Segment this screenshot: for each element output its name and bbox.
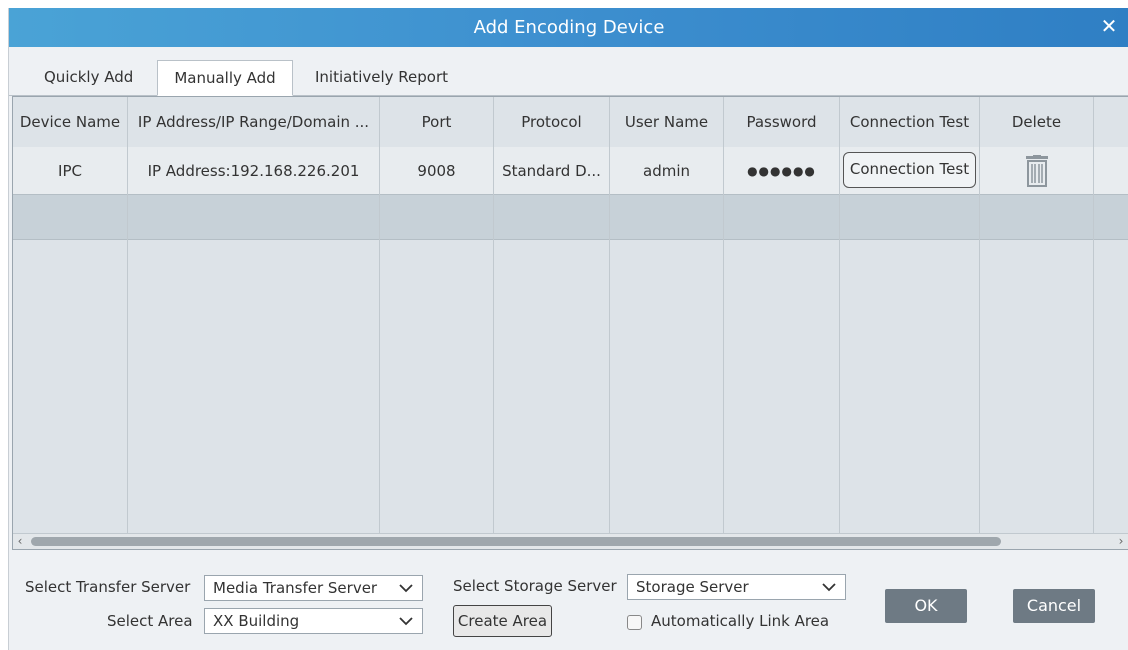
tab-manually-add[interactable]: Manually Add (157, 60, 293, 96)
header-port[interactable]: Port (380, 97, 493, 147)
transfer-server-value: Media Transfer Server (213, 579, 378, 597)
chevron-down-icon (399, 584, 413, 593)
device-table: Device Name IP Address/IP Range/Domain .… (12, 96, 1128, 550)
add-encoding-device-dialog: Add Encoding Device ✕ Quickly Add Manual… (8, 8, 1128, 650)
scroll-left-icon[interactable]: ‹ (13, 534, 27, 549)
header-password[interactable]: Password (724, 97, 839, 147)
connection-test-button[interactable]: Connection Test (843, 152, 976, 188)
trash-icon[interactable] (1024, 155, 1050, 191)
tab-bar: Quickly Add Manually Add Initiatively Re… (9, 47, 1128, 96)
cell-ip-address[interactable]: IP Address:192.168.226.201 (128, 147, 379, 195)
cell-port[interactable]: 9008 (380, 147, 493, 195)
dialog-title: Add Encoding Device (473, 17, 665, 38)
cell-device-name[interactable]: IPC (13, 147, 127, 195)
storage-server-label: Select Storage Server (453, 577, 617, 595)
chevron-down-icon (822, 583, 836, 592)
cell-protocol[interactable]: Standard D... (494, 147, 609, 195)
ok-button[interactable]: OK (885, 589, 967, 623)
tab-initiatively-report[interactable]: Initiatively Report (300, 60, 463, 96)
auto-link-area-checkbox[interactable] (627, 615, 642, 630)
tab-quickly-add[interactable]: Quickly Add (29, 60, 148, 96)
auto-link-area-label: Automatically Link Area (651, 612, 830, 630)
close-icon[interactable]: ✕ (1099, 8, 1119, 45)
create-area-button[interactable]: Create Area (453, 605, 552, 637)
scroll-right-icon[interactable]: › (1114, 534, 1128, 549)
area-label: Select Area (107, 612, 193, 630)
cancel-button[interactable]: Cancel (1013, 589, 1095, 623)
footer-panel: Select Transfer Server Media Transfer Se… (9, 550, 1128, 650)
header-ip-address[interactable]: IP Address/IP Range/Domain ... (128, 97, 379, 147)
area-select[interactable]: XX Building (204, 608, 423, 634)
header-protocol[interactable]: Protocol (494, 97, 609, 147)
cell-password[interactable]: ●●●●●● (724, 147, 839, 195)
header-connection-test[interactable]: Connection Test (840, 97, 979, 147)
cell-user-name[interactable]: admin (610, 147, 723, 195)
transfer-server-label: Select Transfer Server (25, 578, 191, 596)
area-value: XX Building (213, 612, 300, 630)
header-delete[interactable]: Delete (980, 97, 1093, 147)
transfer-server-select[interactable]: Media Transfer Server (204, 575, 423, 601)
horizontal-scrollbar[interactable]: ‹ › (13, 533, 1128, 549)
storage-server-select[interactable]: Storage Server (627, 574, 846, 600)
title-bar: Add Encoding Device ✕ (9, 8, 1128, 47)
header-user-name[interactable]: User Name (610, 97, 723, 147)
storage-server-value: Storage Server (636, 578, 749, 596)
chevron-down-icon (399, 617, 413, 626)
scrollbar-thumb[interactable] (31, 537, 1001, 546)
header-device-name[interactable]: Device Name (13, 97, 127, 147)
table-row-empty[interactable] (13, 195, 1128, 240)
